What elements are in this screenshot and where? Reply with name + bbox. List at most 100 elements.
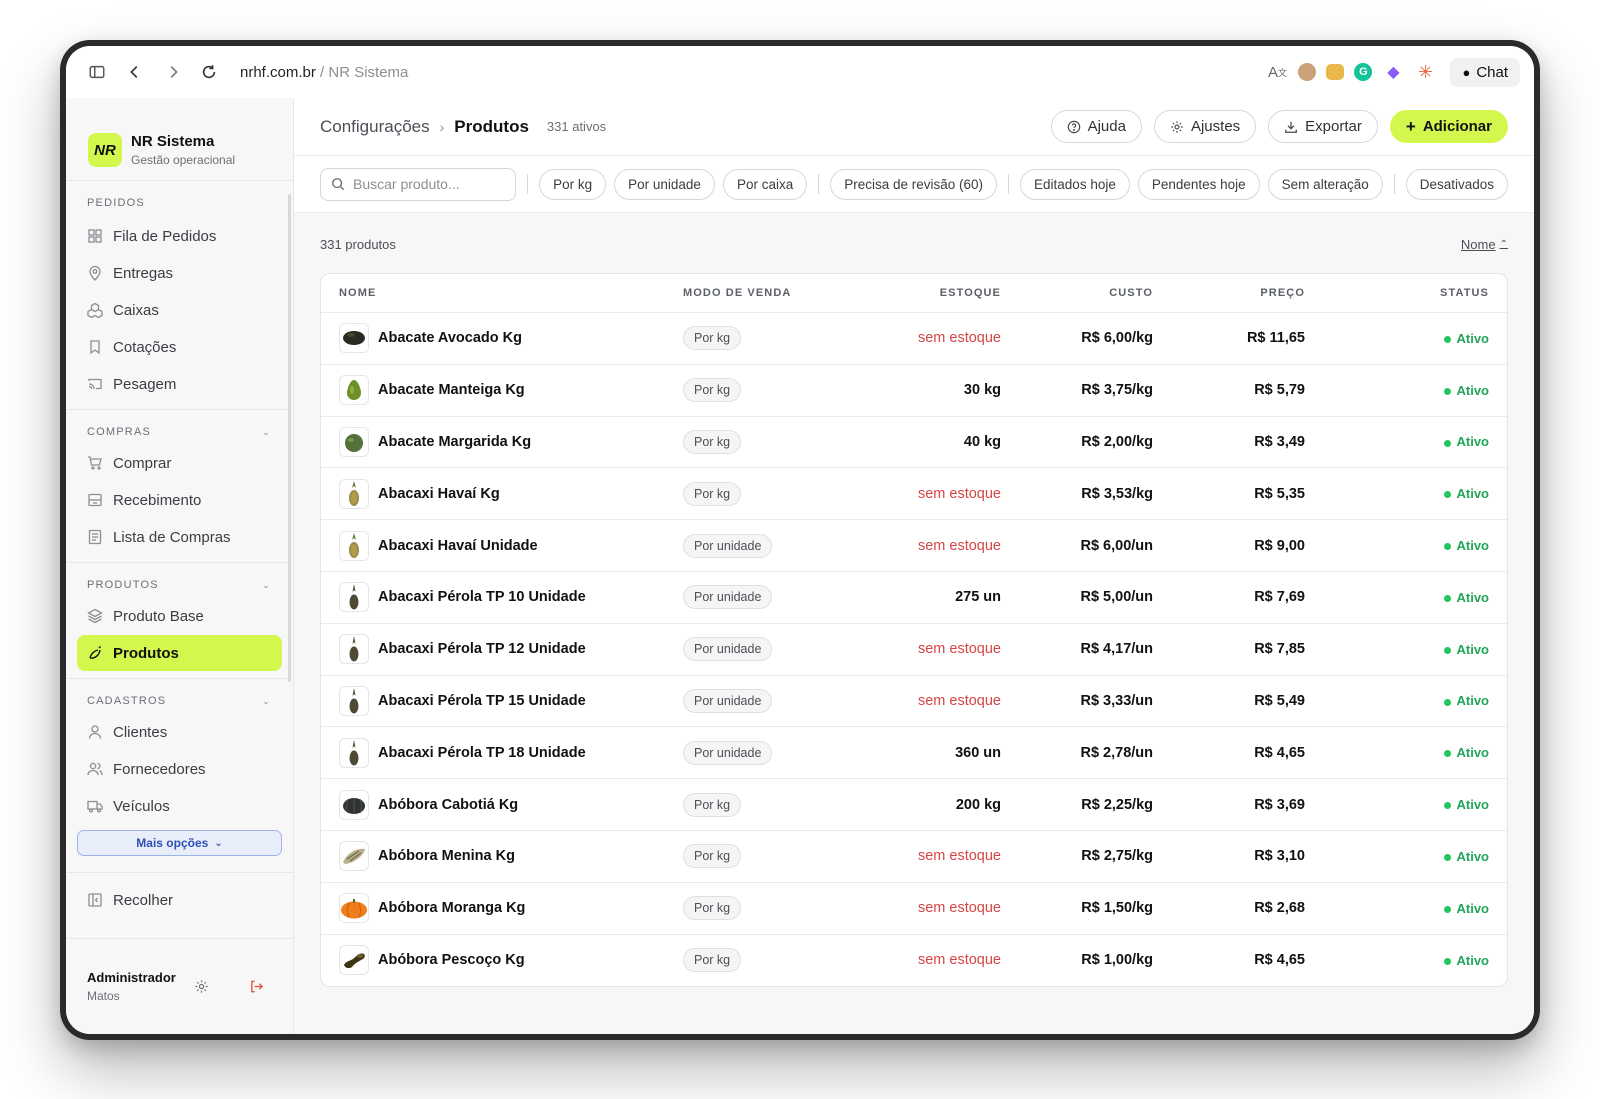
status-dot-icon — [1443, 491, 1451, 499]
status-badge: Ativo — [1305, 642, 1507, 657]
more-options-button[interactable]: Mais opções ⌄ — [77, 830, 282, 856]
breadcrumb-parent[interactable]: Configurações — [320, 117, 430, 137]
inbox-icon — [87, 492, 103, 508]
sidebar-item-comprar[interactable]: Comprar — [77, 445, 282, 481]
product-name[interactable]: Abóbora Menina Kg — [378, 848, 515, 864]
search-input[interactable]: Buscar produto... — [320, 167, 517, 201]
column-header-status[interactable]: STATUS — [1305, 287, 1507, 299]
column-header-name[interactable]: NOME — [321, 287, 665, 299]
chat-button[interactable]: ● Chat — [1450, 57, 1520, 87]
filter-chip-por-kg[interactable]: Por kg — [539, 168, 607, 200]
extension-avatar-icon[interactable] — [1298, 63, 1317, 81]
help-button[interactable]: Ajuda — [1050, 110, 1142, 143]
logout-icon[interactable] — [249, 979, 264, 994]
sidebar-toggle-icon[interactable] — [80, 55, 114, 89]
extension-sparkle-icon[interactable]: ✳ — [1414, 61, 1436, 83]
chevron-down-icon[interactable]: ⌄ — [262, 427, 271, 438]
section-title: PRODUTOS — [87, 579, 159, 591]
product-thumbnail-icon — [339, 634, 369, 665]
table-row[interactable]: Abacate Margarida Kg Por kg 40 kg R$ 2,00/k… — [321, 417, 1507, 469]
product-cell: Abóbora Moranga Kg — [321, 893, 665, 924]
product-name[interactable]: Abacaxi Pérola TP 15 Unidade — [378, 693, 586, 709]
cost-value: R$ 2,25/kg — [1081, 796, 1153, 813]
product-name[interactable]: Abacaxi Havaí Kg — [378, 486, 500, 502]
export-button[interactable]: Exportar — [1268, 110, 1378, 143]
product-name[interactable]: Abacate Avocado Kg — [378, 330, 522, 346]
table-row[interactable]: Abacaxi Pérola TP 10 Unidade Por unidade 2… — [321, 572, 1507, 624]
column-header-stock[interactable]: ESTOQUE — [855, 287, 1001, 299]
sidebar-item-veiculos[interactable]: Veículos — [77, 788, 282, 824]
sidebar-item-caixas[interactable]: Caixas — [77, 292, 282, 328]
filter-chip-disabled[interactable]: Desativados — [1405, 168, 1509, 200]
product-name[interactable]: Abacaxi Pérola TP 12 Unidade — [378, 641, 586, 657]
table-row[interactable]: Abacate Avocado Kg Por kg sem estoque R$ 6,… — [321, 313, 1507, 365]
sidebar-item-recebimento[interactable]: Recebimento — [77, 482, 282, 518]
add-label: Adicionar — [1422, 118, 1492, 135]
filter-chip-needs-review[interactable]: Precisa de revisão (60) — [830, 168, 998, 200]
sidebar-item-fornecedores[interactable]: Fornecedores — [77, 751, 282, 787]
table-row[interactable]: Abóbora Cabotiá Kg Por kg 200 kg R$ 2,25/kg… — [321, 779, 1507, 831]
sidebar-item-cotacoes[interactable]: Cotações — [77, 329, 282, 365]
chevron-down-icon[interactable]: ⌄ — [262, 580, 271, 591]
product-name[interactable]: Abacaxi Havaí Unidade — [378, 538, 538, 554]
sidebar-item-clientes[interactable]: Clientes — [77, 714, 282, 750]
table-row[interactable]: Abacaxi Pérola TP 15 Unidade Por unidade s… — [321, 676, 1507, 728]
table-row[interactable]: Abacaxi Havaí Unidade Por unidade sem esto… — [321, 520, 1507, 572]
filter-chip-edited-today[interactable]: Editados hoje — [1020, 168, 1130, 200]
reload-icon[interactable] — [192, 55, 226, 89]
filter-chip-por-caixa[interactable]: Por caixa — [722, 168, 808, 200]
stock-value: sem estoque — [917, 330, 1001, 347]
price-value: R$ 5,79 — [1254, 382, 1305, 399]
filter-chip-pending-today[interactable]: Pendentes hoje — [1137, 168, 1260, 200]
sidebar-item-fila-de-pedidos[interactable]: Fila de Pedidos — [77, 218, 282, 254]
sidebar-item-entregas[interactable]: Entregas — [77, 255, 282, 291]
filter-chip-por-unidade[interactable]: Por unidade — [614, 168, 715, 200]
cost-value: R$ 5,00/un — [1080, 589, 1153, 606]
table-row[interactable]: Abóbora Moranga Kg Por kg sem estoque R$ 1,… — [321, 883, 1507, 935]
search-icon — [332, 178, 345, 191]
translate-icon[interactable]: A文 — [1266, 61, 1288, 83]
status-badge: Ativo — [1305, 693, 1507, 708]
settings-button[interactable]: Ajustes — [1153, 110, 1257, 143]
column-header-price[interactable]: PREÇO — [1153, 287, 1305, 299]
mode-cell: Por kg — [665, 896, 855, 921]
table-row[interactable]: Abacaxi Havaí Kg Por kg sem estoque R$ 3,53… — [321, 468, 1507, 521]
column-header-mode[interactable]: MODO DE VENDA — [665, 287, 855, 299]
extension-gem-icon[interactable]: ◆ — [1382, 61, 1404, 83]
collapse-sidebar-button[interactable]: Recolher — [77, 882, 282, 918]
product-name[interactable]: Abacaxi Pérola TP 18 Unidade — [378, 745, 586, 761]
grammarly-icon[interactable]: G — [1354, 63, 1373, 81]
brand-logo: NR — [88, 133, 122, 167]
url-separator: / — [315, 63, 329, 81]
address-bar[interactable]: nrhf.com.br / NR Sistema — [240, 64, 408, 81]
product-name[interactable]: Abóbora Pescoço Kg — [378, 952, 525, 968]
sidebar-item-lista-de-compras[interactable]: Lista de Compras — [77, 519, 282, 555]
column-header-cost[interactable]: CUSTO — [1001, 287, 1153, 299]
sidebar-item-produtos[interactable]: Produtos — [77, 635, 282, 671]
cost-value: R$ 3,75/kg — [1081, 382, 1153, 399]
table-row[interactable]: Abacaxi Pérola TP 18 Unidade Por unidade 3… — [321, 727, 1507, 780]
table-row[interactable]: Abacaxi Pérola TP 12 Unidade Por unidade s… — [321, 624, 1507, 676]
table-row[interactable]: Abóbora Menina Kg Por kg sem estoque R$ 2,7… — [321, 831, 1507, 883]
status-badge: Ativo — [1305, 331, 1507, 346]
product-name[interactable]: Abóbora Moranga Kg — [378, 900, 525, 916]
chevron-down-icon[interactable]: ⌄ — [262, 696, 271, 707]
table-row[interactable]: Abacate Manteiga Kg Por kg 30 kg R$ 3,75/kg… — [321, 365, 1507, 417]
sidebar-item-label: Recebimento — [113, 491, 202, 509]
extension-folder-icon[interactable] — [1326, 64, 1345, 80]
sidebar-scrollbar[interactable] — [288, 194, 291, 682]
sort-control[interactable]: Nome ⌃ — [1461, 237, 1508, 252]
back-icon[interactable] — [118, 55, 152, 89]
sidebar-item-label: Produtos — [113, 644, 179, 662]
product-name[interactable]: Abóbora Cabotiá Kg — [378, 797, 518, 813]
sidebar-item-produto-base[interactable]: Produto Base — [77, 598, 282, 634]
sidebar-item-pesagem[interactable]: Pesagem — [77, 366, 282, 402]
product-name[interactable]: Abacate Margarida Kg — [378, 434, 531, 450]
product-name[interactable]: Abacaxi Pérola TP 10 Unidade — [378, 589, 586, 605]
table-row[interactable]: Abóbora Pescoço Kg Por kg sem estoque R$ 1,… — [321, 935, 1507, 987]
gear-icon[interactable] — [194, 979, 209, 994]
add-product-button[interactable]: + Adicionar — [1389, 110, 1508, 143]
forward-icon[interactable] — [156, 55, 190, 89]
product-name[interactable]: Abacate Manteiga Kg — [378, 382, 525, 398]
filter-chip-unchanged[interactable]: Sem alteração — [1267, 168, 1383, 200]
